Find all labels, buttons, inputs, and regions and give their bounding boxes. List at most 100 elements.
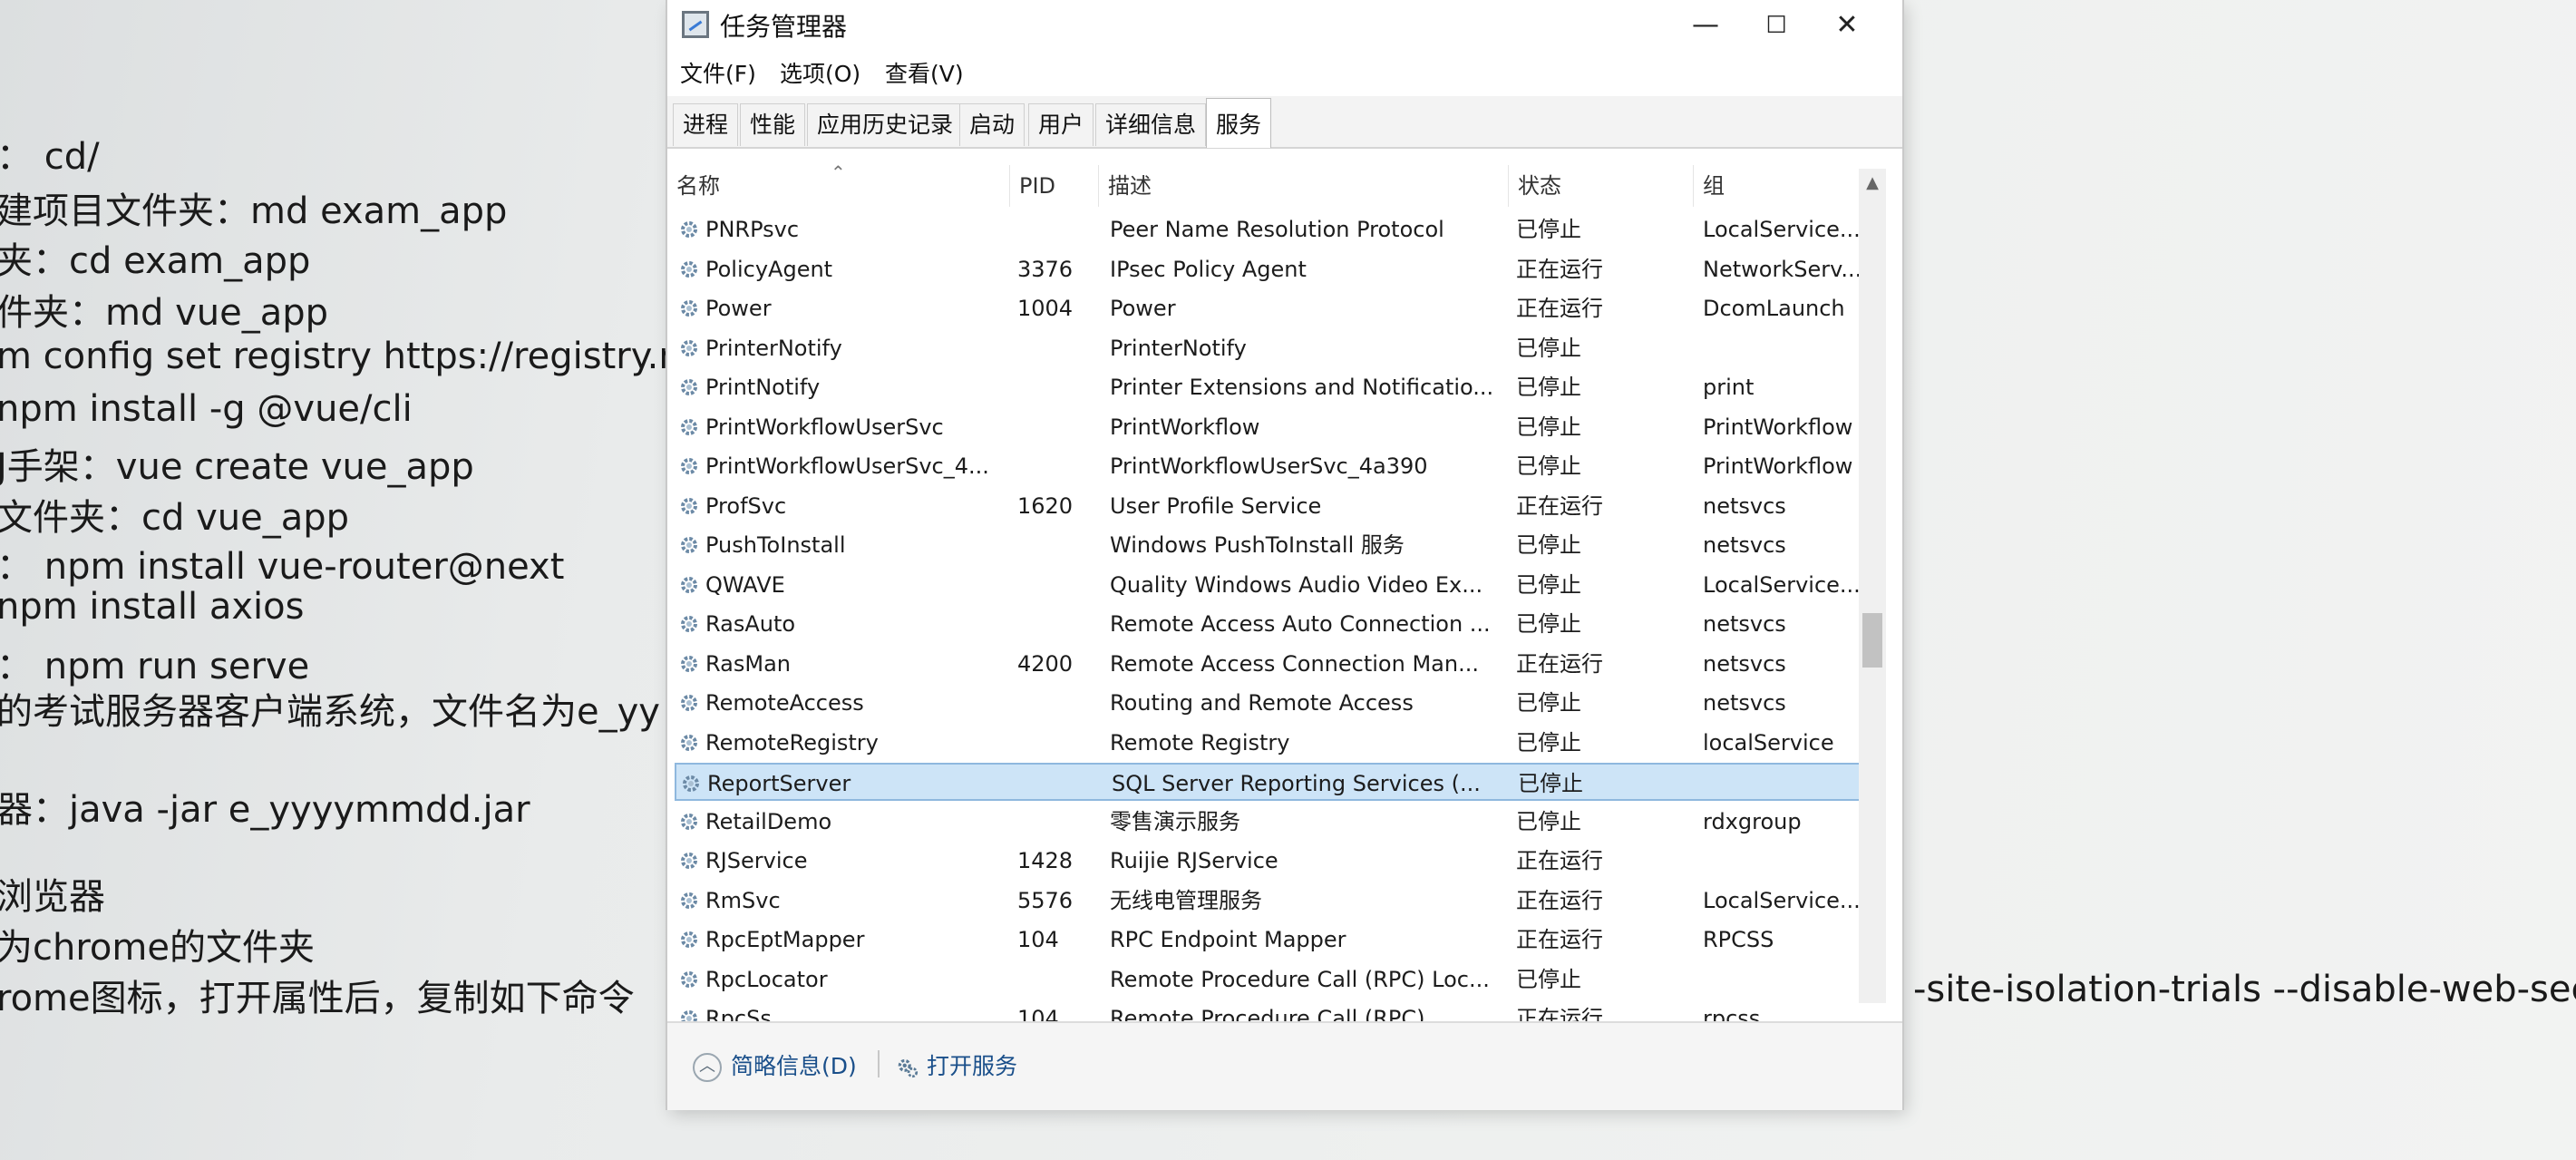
tab-services[interactable]: 服务 [1206,98,1272,148]
service-gear-icon [678,574,700,596]
service-description: Remote Procedure Call (RPC) Loc... [1110,966,1490,992]
service-row[interactable]: Power 1004 Power 正在运行 DcomLaunch [675,289,1862,327]
background-text-line: 件夹：md vue_app [0,292,328,334]
background-text-line: rome图标，打开属性后，复制如下命令 [0,978,635,1019]
service-row[interactable]: PolicyAgent 3376 IPsec Policy Agent 正在运行 Net… [675,250,1862,288]
tab-performance[interactable]: 性能 [740,103,806,146]
service-row[interactable]: PrintNotify Printer Extensions and Notifi… [675,368,1862,406]
background-text-line: 的考试服务器客户端系统，文件名为e_yy [0,691,660,733]
title-bar: 任务管理器 — ☐ ✕ [667,0,1902,60]
service-gear-icon [678,692,700,714]
column-group[interactable]: 组 [1694,165,1882,207]
column-description[interactable]: 描述 [1099,165,1509,207]
service-row[interactable]: ProfSvc 1620 User Profile Service 正在运行 netsv… [675,487,1862,525]
service-gear-icon [678,376,700,398]
service-status: 已停止 [1516,729,1581,755]
tab-processes[interactable]: 进程 [673,103,739,146]
service-pid: 104 [1017,927,1059,952]
column-status[interactable]: 状态 [1509,165,1694,207]
service-name: RpcEptMapper [705,927,865,952]
close-button[interactable]: ✕ [1815,5,1879,47]
service-group: LocalService... [1703,887,1861,913]
service-status: 已停止 [1516,453,1581,479]
service-description: 零售演示服务 [1110,808,1240,834]
service-group: DcomLaunch [1703,296,1845,321]
service-name: Power [705,296,772,321]
service-row[interactable]: PrintWorkflowUserSvc PrintWorkflow 已停止 Prin… [675,408,1862,446]
service-group: print [1703,375,1755,400]
scroll-thumb[interactable] [1862,613,1882,668]
service-name: RemoteAccess [705,690,864,716]
service-description: IPsec Policy Agent [1110,256,1307,282]
service-description: Routing and Remote Access [1110,690,1414,716]
background-text-line: npm install -g @vue/cli [0,388,413,430]
menu-view[interactable]: 查看(V) [885,56,964,89]
maximize-button[interactable]: ☐ [1745,5,1808,47]
service-row[interactable]: RasMan 4200 Remote Access Connection Man..… [675,645,1862,683]
service-pid [1017,724,1099,762]
service-row[interactable]: RemoteAccess Routing and Remote Access 已停止… [675,684,1862,722]
service-name: PrintWorkflowUserSvc_4... [705,453,989,479]
service-name: PrintNotify [705,375,821,400]
service-group [1703,329,1862,367]
service-pid: 5576 [1017,887,1074,913]
gears-icon [898,1058,919,1078]
column-name[interactable]: 名称 [667,165,1010,207]
service-group: rdxgroup [1703,808,1802,834]
service-row[interactable]: RJService 1428 Ruijie RJService 正在运行 [675,842,1862,880]
menu-options[interactable]: 选项(O) [780,56,860,89]
service-name: PushToInstall [705,532,846,558]
service-row[interactable]: RpcEptMapper 104 RPC Endpoint Mapper 正在运行 RP… [675,921,1862,959]
service-description: Power [1110,296,1176,321]
tab-app-history[interactable]: 应用历史记录 [807,103,964,146]
service-row[interactable]: ReportServer SQL Server Reporting Service… [675,763,1862,801]
background-text-fragment: -site-isolation-trials --disable-web-sec… [1913,969,2576,1010]
service-row[interactable]: RasAuto Remote Access Auto Connection ...… [675,605,1862,643]
service-gear-icon [678,929,700,950]
service-gear-icon [678,297,700,319]
service-name: PrinterNotify [705,335,842,361]
service-gear-icon [678,732,700,754]
service-gear-icon [678,850,700,872]
service-group: netsvcs [1703,611,1786,637]
fewer-details-button[interactable]: ︿ 简略信息(D) [693,1048,857,1082]
service-description: Remote Access Auto Connection ... [1110,611,1491,637]
service-row[interactable]: RmSvc 5576 无线电管理服务 正在运行 LocalService... [675,882,1862,920]
task-manager-window: 任务管理器 — ☐ ✕ 文件(F) 选项(O) 查看(V) 进程 性能 应用历史… [667,0,1902,1110]
service-name: RmSvc [705,887,781,913]
service-row[interactable]: PNRPsvc Peer Name Resolution Protocol 已停止 L… [675,210,1862,249]
service-row[interactable]: PrintWorkflowUserSvc_4... PrintWorkflowUs… [675,447,1862,485]
service-gear-icon [680,773,702,794]
service-row[interactable]: RpcLocator Remote Procedure Call (RPC) Lo… [675,960,1862,999]
service-description: Remote Access Connection Man... [1110,650,1479,677]
service-name: ReportServer [707,771,851,796]
open-services-link[interactable]: 打开服务 [896,1048,1017,1081]
service-gear-icon [678,455,700,477]
service-group: netsvcs [1703,650,1786,677]
service-status: 已停止 [1516,217,1581,242]
service-status: 已停止 [1516,532,1581,558]
service-row[interactable]: RemoteRegistry Remote Registry 已停止 localSer… [675,724,1862,762]
service-description: RPC Endpoint Mapper [1110,927,1346,952]
tab-details[interactable]: 详细信息 [1095,103,1207,146]
menu-file[interactable]: 文件(F) [680,56,756,89]
service-name: RasAuto [705,611,796,637]
service-row[interactable]: QWAVE Quality Windows Audio Video Ex... 已停… [675,566,1862,604]
service-group: NetworkServ... [1703,256,1862,282]
minimize-button[interactable]: — [1674,5,1737,47]
vertical-scrollbar[interactable]: ▲ [1859,169,1886,1003]
column-pid[interactable]: PID [1010,165,1099,207]
scroll-up-icon[interactable]: ▲ [1859,169,1886,198]
column-header: ⌃ 名称 PID 描述 状态 组 [667,161,1882,207]
tab-users[interactable]: 用户 [1028,103,1094,146]
service-row[interactable]: RetailDemo 零售演示服务 已停止 rdxgroup [675,803,1862,841]
service-status: 已停止 [1516,808,1581,834]
tab-startup[interactable]: 启动 [959,103,1026,146]
service-row[interactable]: PrinterNotify PrinterNotify 已停止 [675,329,1862,367]
background-text-line: 文件夹：cd vue_app [0,497,350,539]
service-gear-icon [678,811,700,833]
service-pid [1017,408,1099,446]
service-pid [1017,447,1099,485]
service-row[interactable]: PushToInstall Windows PushToInstall 服务 已停止… [675,526,1862,564]
service-group: RPCSS [1703,927,1774,952]
